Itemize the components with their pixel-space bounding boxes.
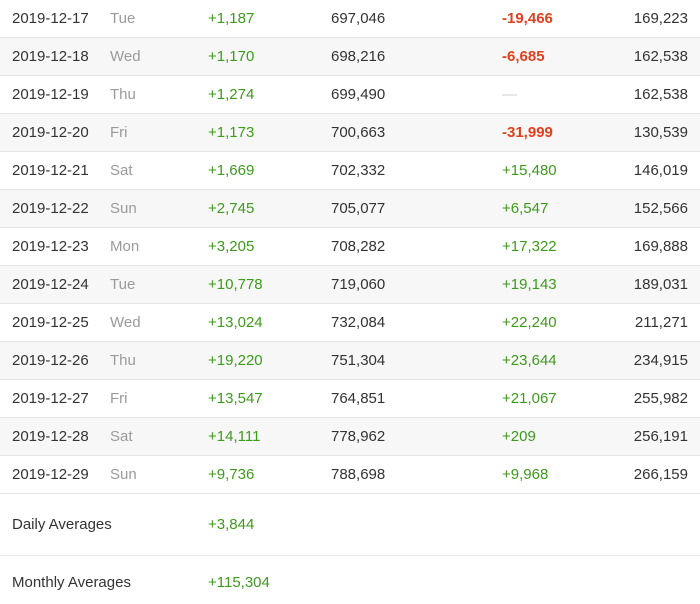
daily-gain-cell: +13,547 [208,390,263,407]
daily-gain-cell: +13,024 [208,314,263,331]
daily-gain-cell: +9,736 [208,466,255,483]
change-cell: -19,466 [502,10,553,27]
change-cell: -31,999 [502,124,553,141]
table-row: 2019-12-18 Wed +1,170 698,216 -6,685 162,538 [0,38,700,76]
change-cell: +209 [502,428,536,445]
daily-gain-cell: +1,274 [208,86,255,103]
total-cell: 700,663 [331,124,386,141]
date-cell: 2019-12-20 [12,124,89,141]
total-cell: 751,304 [331,352,386,369]
table-row: 2019-12-25 Wed +13,024 732,084 +22,240 211,27… [0,304,700,342]
value-cell: 255,982 [633,390,688,407]
total-cell: 698,216 [331,48,386,65]
date-cell: 2019-12-24 [12,276,89,293]
total-cell: 732,084 [331,314,386,331]
date-cell: 2019-12-23 [12,238,89,255]
weekday-cell: Fri [110,390,128,407]
value-cell: 130,539 [633,124,688,141]
weekday-cell: Sun [110,200,137,217]
date-cell: 2019-12-27 [12,390,89,407]
value-cell: 189,031 [633,276,688,293]
total-cell: 719,060 [331,276,386,293]
weekday-cell: Fri [110,124,128,141]
monthly-averages-label: Monthly Averages [12,573,131,591]
date-cell: 2019-12-18 [12,48,89,65]
weekday-cell: Thu [110,352,136,369]
value-cell: 146,019 [633,162,688,179]
weekday-cell: Tue [110,276,136,293]
daily-gain-cell: +1,187 [208,10,255,27]
total-cell: 702,332 [331,162,386,179]
weekday-cell: Sun [110,466,137,483]
date-cell: 2019-12-25 [12,314,89,331]
table-row: 2019-12-20 Fri +1,173 700,663 -31,999 130,539 [0,114,700,152]
total-cell: 708,282 [331,238,386,255]
daily-averages-label: Daily Averages [12,516,112,533]
table-row: 2019-12-28 Sat +14,111 778,962 +209 256,191 [0,418,700,456]
value-cell: 211,271 [634,314,688,331]
total-cell: 788,698 [331,466,386,483]
total-cell: 699,490 [331,86,386,103]
change-cell: +6,547 [502,200,549,217]
change-cell: +21,067 [502,390,557,407]
weekday-cell: Tue [110,10,136,27]
table-row: 2019-12-26 Thu +19,220 751,304 +23,644 234,91… [0,342,700,380]
daily-averages-row: Daily Averages +3,844 [0,494,700,556]
value-cell: 169,888 [633,238,688,255]
date-cell: 2019-12-28 [12,428,89,445]
change-cell: +17,322 [502,238,557,255]
daily-gain-cell: +19,220 [208,352,263,369]
change-cell: +22,240 [502,314,557,331]
date-cell: 2019-12-17 [12,10,89,27]
daily-gain-cell: +1,170 [208,48,255,65]
table-row: 2019-12-17 Tue +1,187 697,046 -19,466 169,223 [0,0,700,38]
total-cell: 697,046 [331,10,386,27]
weekday-cell: Thu [110,86,136,103]
change-cell: +19,143 [502,276,557,293]
daily-gain-cell: +2,745 [208,200,255,217]
value-cell: 162,538 [633,48,688,65]
date-cell: 2019-12-29 [12,466,89,483]
weekday-cell: Sat [110,428,133,445]
table-row: 2019-12-19 Thu +1,274 699,490 — 162,538 [0,76,700,114]
date-cell: 2019-12-19 [12,86,89,103]
table-body: 2019-12-17 Tue +1,187 697,046 -19,466 169,223… [0,0,700,494]
daily-gain-cell: +10,778 [208,276,263,293]
change-cell: — [502,86,517,103]
value-cell: 152,566 [633,200,688,217]
value-cell: 162,538 [633,86,688,103]
table-row: 2019-12-29 Sun +9,736 788,698 +9,968 266,159 [0,456,700,494]
change-cell: +9,968 [502,466,549,483]
daily-gain-cell: +3,205 [208,238,255,255]
total-cell: 778,962 [331,428,386,445]
change-cell: +15,480 [502,162,557,179]
change-cell: -6,685 [502,48,545,65]
weekday-cell: Sat [110,162,133,179]
date-cell: 2019-12-26 [12,352,89,369]
total-cell: 764,851 [331,390,386,407]
table-row: 2019-12-23 Mon +3,205 708,282 +17,322 169,888 [0,228,700,266]
date-cell: 2019-12-22 [12,200,89,217]
change-cell: +23,644 [502,352,557,369]
stats-table: 2019-12-17 Tue +1,187 697,046 -19,466 169,223… [0,0,700,604]
daily-averages-value: +3,844 [208,516,255,533]
value-cell: 169,223 [633,10,688,27]
monthly-averages-value: +115,304 [208,573,270,591]
daily-gain-cell: +1,173 [208,124,255,141]
table-row: 2019-12-21 Sat +1,669 702,332 +15,480 146,019 [0,152,700,190]
value-cell: 234,915 [633,352,688,369]
monthly-averages-row: Monthly Averages +115,304 [0,556,700,604]
table-row: 2019-12-22 Sun +2,745 705,077 +6,547 152,566 [0,190,700,228]
table-row: 2019-12-24 Tue +10,778 719,060 +19,143 189,03… [0,266,700,304]
weekday-cell: Wed [110,314,141,331]
table-row: 2019-12-27 Fri +13,547 764,851 +21,067 255,98… [0,380,700,418]
date-cell: 2019-12-21 [12,162,89,179]
value-cell: 266,159 [633,466,688,483]
total-cell: 705,077 [331,200,386,217]
weekday-cell: Wed [110,48,141,65]
weekday-cell: Mon [110,238,140,255]
value-cell: 256,191 [633,428,688,445]
daily-gain-cell: +14,111 [208,428,261,445]
daily-gain-cell: +1,669 [208,162,255,179]
